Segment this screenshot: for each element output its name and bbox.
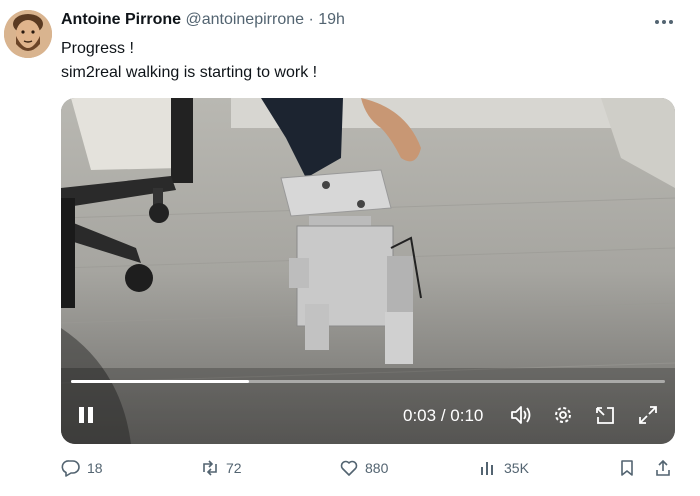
picture-in-picture-icon[interactable] bbox=[594, 404, 616, 431]
author-handle[interactable]: @antoinepirrone bbox=[185, 11, 304, 28]
avatar-image bbox=[4, 10, 52, 58]
video-frame bbox=[61, 98, 675, 444]
video-progress-bar[interactable] bbox=[71, 380, 665, 383]
bookmark-button[interactable] bbox=[617, 458, 637, 478]
tweet: Antoine Pirrone @antoinepirrone · 19h Pr… bbox=[0, 0, 700, 496]
fullscreen-icon[interactable] bbox=[637, 404, 659, 431]
retweet-count: 72 bbox=[226, 460, 242, 476]
retweet-icon bbox=[203, 460, 217, 476]
pause-icon[interactable] bbox=[75, 404, 97, 431]
analytics-icon bbox=[481, 462, 493, 475]
video-player[interactable]: 0:03 / 0:10 bbox=[61, 98, 675, 444]
settings-gear-icon[interactable] bbox=[552, 404, 574, 431]
retweet-button[interactable]: 72 bbox=[200, 458, 242, 478]
video-current-time: 0:03 bbox=[403, 406, 437, 425]
video-progress-fill bbox=[71, 380, 250, 383]
author-name[interactable]: Antoine Pirrone bbox=[61, 11, 181, 28]
video-time-separator: / bbox=[440, 406, 446, 425]
views-button[interactable]: 35K bbox=[478, 458, 529, 478]
heart-icon bbox=[340, 460, 358, 476]
tweet-text: Progress ! sim2real walking is starting … bbox=[61, 37, 317, 85]
bookmark-icon bbox=[621, 460, 633, 476]
tweet-header: Antoine Pirrone @antoinepirrone · 19h bbox=[61, 11, 345, 29]
view-count: 35K bbox=[504, 460, 529, 476]
reply-icon bbox=[61, 460, 80, 477]
like-count: 880 bbox=[365, 460, 389, 476]
share-icon bbox=[656, 459, 670, 476]
separator-dot: · bbox=[308, 11, 314, 28]
reply-button[interactable]: 18 bbox=[61, 458, 103, 478]
tweet-timestamp[interactable]: 19h bbox=[318, 11, 345, 28]
volume-icon[interactable] bbox=[509, 404, 533, 431]
video-duration: 0:10 bbox=[450, 406, 484, 425]
like-button[interactable]: 880 bbox=[339, 458, 388, 478]
more-options-icon[interactable] bbox=[650, 10, 678, 34]
tweet-text-line-2: sim2real walking is starting to work ! bbox=[61, 64, 318, 81]
share-button[interactable] bbox=[653, 458, 673, 478]
tweet-text-line-1: Progress ! bbox=[61, 40, 134, 57]
avatar[interactable] bbox=[4, 10, 52, 58]
video-timecode: 0:03 / 0:10 bbox=[403, 406, 483, 426]
reply-count: 18 bbox=[87, 460, 103, 476]
tweet-actions: 18 72 880 35K bbox=[61, 458, 675, 484]
